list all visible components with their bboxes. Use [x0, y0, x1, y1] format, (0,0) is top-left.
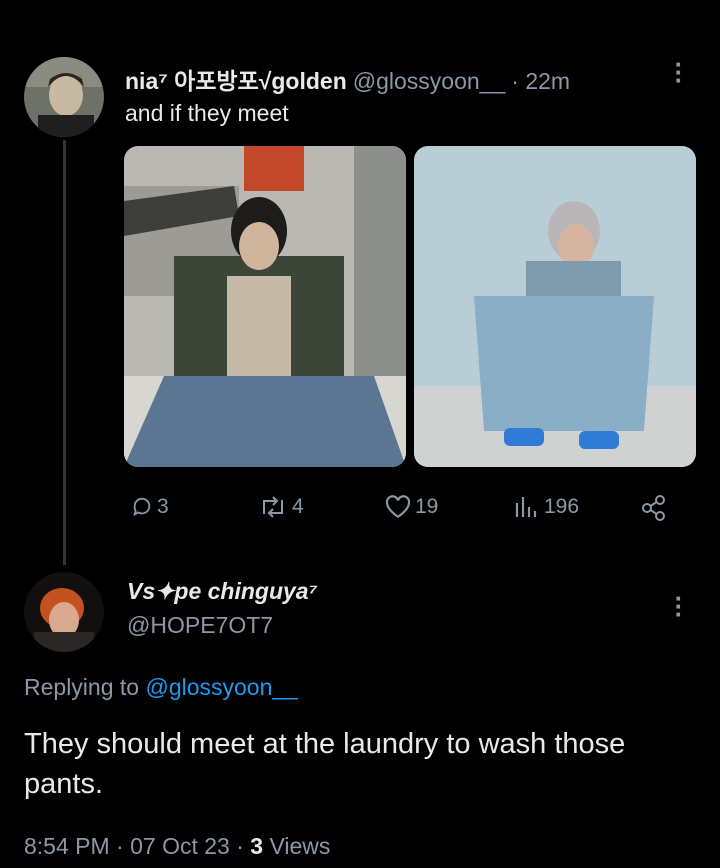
tweet1-more-icon[interactable]: · · ·	[673, 51, 685, 93]
tweet2-text: They should meet at the laundry to wash …	[24, 728, 626, 800]
share-icon	[642, 495, 665, 521]
like-button[interactable]: 19	[385, 495, 438, 519]
tweet2-timestamp[interactable]: 8:54 PM · 07 Oct 23 ·	[24, 833, 250, 859]
views-count: 196	[544, 495, 580, 518]
avatar-hope[interactable]	[24, 572, 104, 652]
reply-button[interactable]: 3	[131, 495, 169, 519]
replying-to-handle[interactable]: @glossyoon__	[145, 674, 298, 700]
tweet2-views-count: 3	[250, 833, 264, 859]
tweet1-image-2[interactable]	[414, 146, 696, 467]
tweet2-more-icon[interactable]: · · ·	[673, 585, 685, 627]
reply-icon	[133, 497, 151, 517]
tweet1-time[interactable]: · 22m	[511, 68, 570, 95]
tweet1-display-name[interactable]: nia⁷ 아포방포√golden	[125, 62, 347, 96]
reply-count: 3	[157, 495, 169, 518]
views-button[interactable]: 196	[514, 495, 579, 519]
replying-to-line: Replying to @glossyoon__	[24, 674, 298, 701]
like-count: 19	[415, 495, 439, 518]
analytics-icon	[515, 497, 537, 517]
tweet1-handle[interactable]: @glossyoon__	[353, 68, 506, 95]
retweet-icon	[263, 496, 283, 518]
heart-icon	[385, 495, 411, 519]
tweet2-views-label: Views	[263, 833, 331, 859]
tweet1-image-1[interactable]	[124, 146, 406, 467]
tweet2-display-name[interactable]: Vs✦pe chinguya⁷	[127, 578, 317, 605]
tweet1-text: and if they meet	[125, 100, 289, 126]
tweet2-handle[interactable]: @HOPE7OT7	[127, 612, 273, 639]
replying-to-prefix: Replying to	[24, 674, 140, 700]
thread-connector-line	[63, 140, 66, 565]
avatar-nia[interactable]	[24, 57, 104, 137]
retweet-button[interactable]: 4	[258, 495, 304, 519]
retweet-count: 4	[292, 495, 304, 518]
share-button[interactable]	[640, 494, 668, 527]
tweet2-meta: 8:54 PM · 07 Oct 23 · 3 Views	[24, 833, 330, 860]
